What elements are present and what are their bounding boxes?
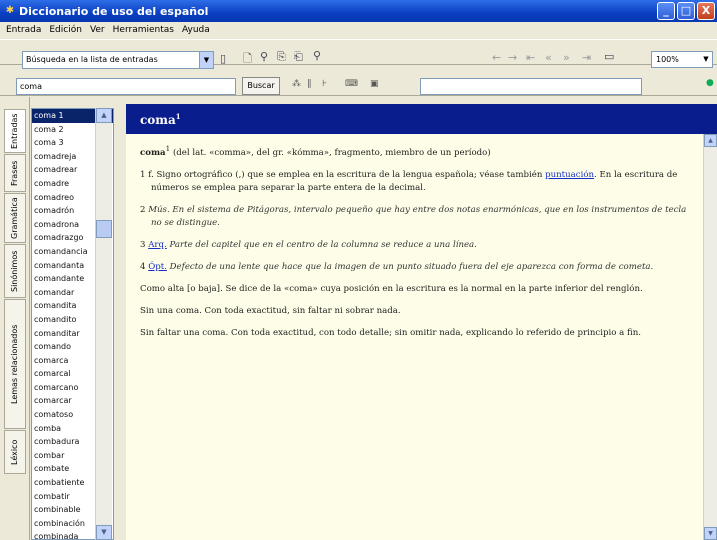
title-bar: ✱ Diccionario de uso del español _ □ X	[0, 0, 717, 22]
buscar-button[interactable]: Buscar	[242, 77, 280, 95]
or-icon[interactable]: ⊦	[322, 79, 327, 89]
tab-lemas-relacionados[interactable]: Lemas relacionados	[4, 299, 26, 429]
maximize-button[interactable]: □	[677, 2, 695, 20]
clear-icon[interactable]: ▯	[220, 52, 226, 65]
sense-1: 1 f. Signo ortográfico (,) que se emplea…	[140, 169, 678, 193]
phrase-3: Sin faltar una coma. Con toda exactitud,…	[140, 327, 641, 338]
last-icon[interactable]: ⇥	[582, 51, 591, 64]
etymology: (del lat. «comma», del gr. «kómma», frag…	[172, 147, 491, 158]
article-heading: coma1	[126, 104, 717, 134]
window-title: Diccionario de uso del español	[19, 4, 209, 18]
phrase-2: Sin una coma. Con toda exactitud, sin fa…	[140, 305, 401, 316]
forward-icon[interactable]: →	[508, 51, 517, 64]
app-icon: ✱	[5, 5, 15, 16]
tab-lexico[interactable]: Léxico	[4, 430, 26, 474]
prev-icon[interactable]: «	[545, 51, 552, 64]
menu-edicion[interactable]: Edición	[45, 25, 86, 35]
minimize-button[interactable]: _	[657, 2, 675, 20]
menu-ayuda[interactable]: Ayuda	[178, 25, 214, 35]
article-body: coma1 (del lat. «comma», del gr. «kómma»…	[126, 134, 703, 540]
sense-2: 2 Mús. En el sistema de Pitágoras, inter…	[140, 204, 687, 228]
phrase-1: Como alta [o baja]. Se dice de la «coma»…	[140, 283, 643, 294]
chevron-down-icon: ▼	[703, 55, 709, 63]
menu-entrada[interactable]: Entrada	[2, 25, 45, 35]
back-icon[interactable]: ←	[492, 51, 501, 64]
palette-icon[interactable]: ▣	[370, 79, 379, 89]
search-icon[interactable]: ⚲	[313, 49, 321, 62]
tab-entradas[interactable]: Entradas	[4, 109, 26, 153]
sense-4: 4 Ópt. Defecto de una lente que hace que…	[140, 261, 654, 272]
scroll-thumb[interactable]	[96, 220, 112, 238]
article-lemma: coma	[140, 147, 166, 158]
scroll-down-icon[interactable]: ▼	[96, 525, 112, 540]
scroll-up-icon[interactable]: ▲	[704, 134, 717, 147]
first-icon[interactable]: ⇤	[526, 51, 535, 64]
tab-frases[interactable]: Frases	[4, 154, 26, 192]
close-button[interactable]: X	[697, 2, 715, 20]
window-icon[interactable]: ▭	[604, 50, 614, 63]
entry-list-scrollbar[interactable]: ▲ ▼	[95, 108, 112, 540]
sense-3: 3 Arq. Parte del capitel que en el centr…	[140, 239, 477, 250]
article-scrollbar[interactable]: ▲ ▼	[703, 134, 717, 540]
search-input[interactable]: coma	[16, 78, 236, 95]
secondary-field[interactable]	[420, 78, 642, 95]
menu-bar: Entrada Edición Ver Herramientas Ayuda	[0, 22, 717, 38]
globe-icon[interactable]: ●	[706, 78, 714, 88]
tab-gramatica[interactable]: Gramática	[4, 193, 26, 243]
paste-icon[interactable]: ⎗	[294, 50, 303, 64]
menu-ver[interactable]: Ver	[86, 25, 109, 35]
binoculars-icon[interactable]: ⚲	[260, 50, 268, 63]
link-opt[interactable]: Ópt.	[148, 262, 167, 272]
scroll-down-icon[interactable]: ▼	[704, 527, 717, 540]
and-icon[interactable]: ∥	[307, 79, 312, 89]
keyboard-icon[interactable]: ⌨	[345, 79, 358, 89]
scroll-up-icon[interactable]: ▲	[96, 108, 112, 123]
link-arq[interactable]: Arq.	[148, 240, 167, 250]
tab-sinonimos[interactable]: Sinónimos	[4, 244, 26, 298]
copy-icon[interactable]: ⎘	[277, 50, 286, 64]
article-intro: coma1 (del lat. «comma», del gr. «kómma»…	[140, 144, 491, 158]
link-puntuacion[interactable]: puntuación	[545, 170, 594, 180]
menu-herramientas[interactable]: Herramientas	[109, 25, 178, 35]
left-tab-strip: Entradas Frases Gramática Sinónimos Lema…	[0, 97, 30, 540]
next-icon[interactable]: »	[563, 51, 570, 64]
wildcard-icon[interactable]: ⁂	[292, 79, 301, 89]
